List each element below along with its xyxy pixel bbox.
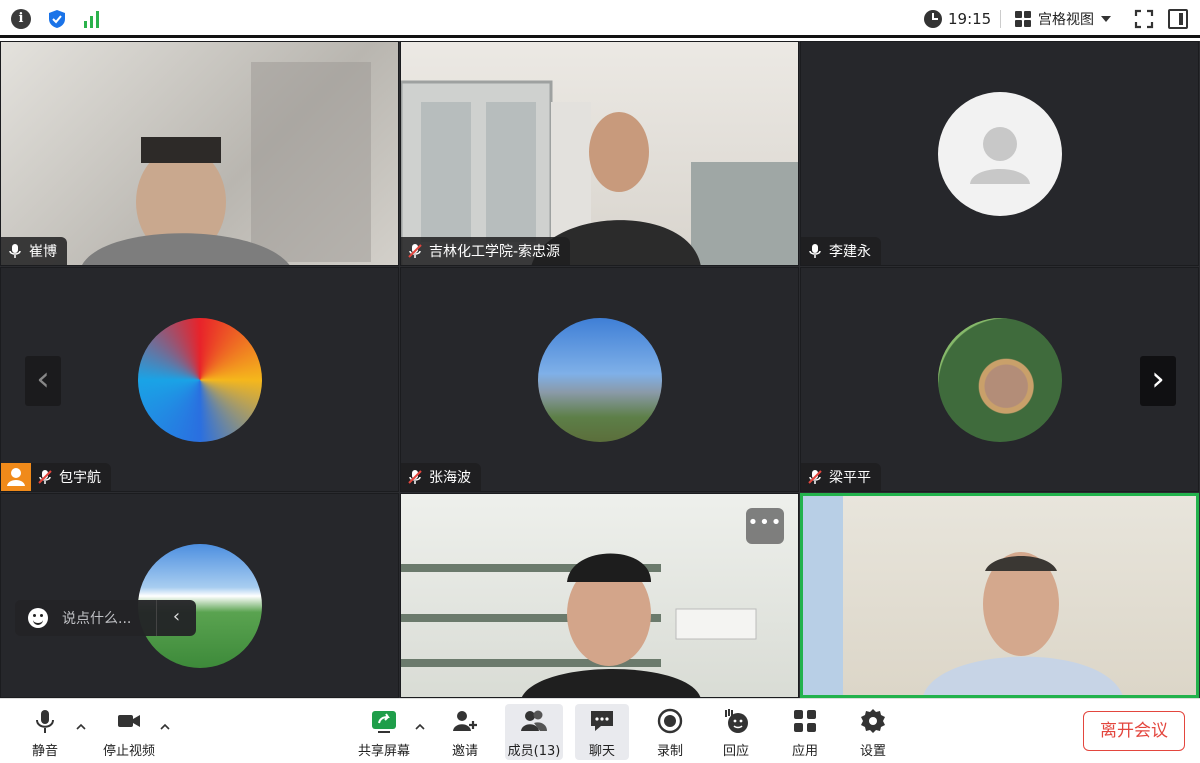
settings-icon (861, 709, 885, 733)
emoji-icon[interactable] (28, 608, 48, 628)
mute-label: 静音 (31, 744, 58, 759)
divider (1000, 10, 1001, 28)
fullscreen-icon[interactable] (1134, 9, 1154, 29)
add-user-icon (453, 711, 477, 731)
share-screen-label: 共享屏幕 (357, 744, 410, 759)
apps-icon (794, 710, 816, 732)
chevron-up-icon[interactable] (75, 721, 87, 733)
participant-name: 包宇航 (59, 470, 101, 486)
participant-tile-speaking[interactable] (800, 493, 1199, 698)
mic-muted-icon (408, 470, 422, 484)
participant-name: 李建永 (829, 244, 871, 260)
participant-name-tag: 吉林化工学院-索忠源 (401, 237, 571, 265)
apps-label: 应用 (791, 744, 818, 759)
reaction-label: 回应 (722, 744, 749, 759)
share-screen-icon (372, 711, 396, 733)
participant-tile[interactable]: 崔博 (0, 41, 399, 266)
clock-icon (924, 10, 942, 28)
meeting-toolbar: 静音 停止视频 共享屏幕 邀请 成员(13) 聊天 录制 回应 应用 设置 离开… (0, 698, 1200, 763)
participant-video (401, 553, 757, 697)
chat-quick-input[interactable]: 说点什么... ‹ (15, 600, 196, 636)
caret-down-icon (1101, 16, 1111, 22)
next-page-button[interactable]: › (1140, 356, 1176, 406)
participant-video (82, 62, 371, 265)
mic-muted-icon (408, 244, 422, 258)
mic-icon (9, 244, 21, 258)
record-icon (657, 708, 683, 734)
meeting-clock: 19:15 (924, 8, 991, 30)
participant-name: 张海波 (429, 470, 471, 486)
avatar (937, 317, 1062, 442)
participant-video (803, 496, 1123, 695)
participant-name-tag: 梁平平 (801, 463, 881, 491)
apps-button[interactable]: 应用 (787, 704, 823, 760)
members-button[interactable]: 成员(13) (505, 704, 563, 760)
chevron-up-icon[interactable] (159, 721, 171, 733)
avatar (537, 317, 662, 442)
members-icon (521, 710, 547, 731)
participant-name: 梁平平 (829, 470, 871, 486)
chevron-up-icon[interactable] (414, 721, 426, 733)
chevron-left-icon[interactable]: ‹ (156, 600, 196, 636)
avatar (137, 317, 262, 442)
chat-placeholder: 说点什么... (62, 611, 132, 627)
info-icon[interactable]: i (11, 9, 31, 29)
view-mode-dropdown[interactable]: 宫格视图 (1015, 8, 1111, 30)
mic-muted-icon (808, 470, 822, 484)
mic-muted-icon (38, 470, 52, 484)
invite-label: 邀请 (451, 744, 478, 759)
participant-tile[interactable] (0, 493, 399, 698)
participant-name-tag: 张海波 (401, 463, 481, 491)
chat-icon (591, 711, 613, 731)
participant-name: 吉林化工学院-索忠源 (429, 244, 561, 260)
mute-button[interactable]: 静音 (24, 704, 66, 760)
record-button[interactable]: 录制 (652, 704, 688, 760)
participant-name-tag: 包宇航 (31, 463, 111, 491)
top-bar: i 19:15 宫格视图 (0, 0, 1200, 38)
participant-tile[interactable]: 吉林化工学院-索忠源 (400, 41, 799, 266)
chat-button[interactable]: 聊天 (575, 704, 629, 760)
participant-name-tag: 崔博 (1, 237, 67, 265)
stop-video-label: 停止视频 (102, 744, 155, 759)
video-grid: 崔博 吉林化工学院-索忠源 李建永 包宇航 张海波 梁平平 ••• 说点什么..… (0, 41, 1200, 698)
participant-video (401, 80, 798, 265)
meeting-time: 19:15 (948, 10, 992, 28)
grid-view-icon (1015, 11, 1031, 27)
participant-tile[interactable]: 张海波 (400, 267, 799, 492)
settings-label: 设置 (859, 744, 886, 759)
avatar (937, 91, 1062, 216)
sidebar-icon[interactable] (1168, 9, 1188, 29)
invite-button[interactable]: 邀请 (445, 704, 485, 760)
record-label: 录制 (656, 744, 683, 759)
host-icon (7, 468, 25, 486)
members-label: 成员(13) (507, 744, 561, 759)
participant-tile[interactable]: ••• (400, 493, 799, 698)
mic-icon (809, 244, 821, 258)
camera-icon (118, 715, 140, 727)
chat-label: 聊天 (588, 744, 615, 759)
settings-button[interactable]: 设置 (855, 704, 891, 760)
participant-name-tag: 李建永 (801, 237, 881, 265)
reaction-icon (725, 709, 748, 733)
participant-tile[interactable]: 李建永 (800, 41, 1199, 266)
host-badge (1, 463, 31, 491)
shield-icon[interactable] (47, 9, 67, 29)
more-options-button[interactable]: ••• (746, 508, 784, 544)
leave-meeting-button[interactable]: 离开会议 (1083, 711, 1185, 751)
prev-page-button[interactable]: ‹ (25, 356, 61, 406)
reaction-button[interactable]: 回应 (718, 704, 754, 760)
share-screen-button[interactable]: 共享屏幕 (354, 704, 414, 760)
mic-icon (36, 710, 54, 733)
signal-icon[interactable] (82, 9, 102, 29)
participant-name: 崔博 (29, 244, 57, 260)
stop-video-button[interactable]: 停止视频 (98, 704, 160, 760)
user-placeholder-icon (969, 126, 1030, 184)
view-mode-label: 宫格视图 (1038, 12, 1094, 28)
